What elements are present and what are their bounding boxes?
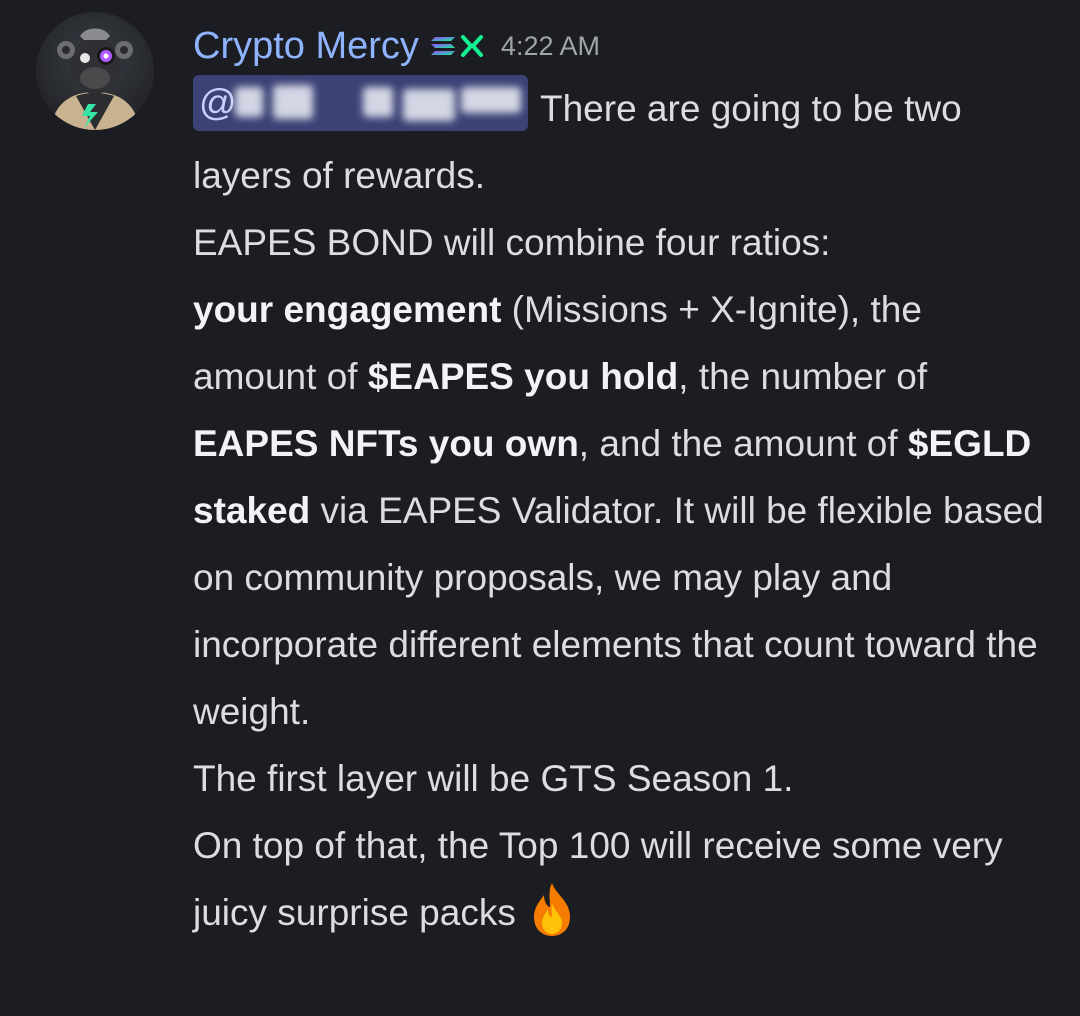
- bold-text: EAPES NFTs you own: [193, 423, 579, 464]
- redacted-name-part: [461, 87, 521, 113]
- message-text: The first layer will be GTS Season 1.: [193, 758, 794, 799]
- author-name[interactable]: Crypto Mercy: [193, 25, 419, 68]
- message-paragraph-1: @ There are going to be two layers of re…: [193, 75, 1053, 209]
- solana-logo-icon: [430, 34, 487, 58]
- redacted-name-part: [403, 89, 455, 121]
- message-text: EAPES BOND will combine four ratios:: [193, 222, 831, 263]
- bold-text: $EAPES you hold: [367, 356, 679, 397]
- chat-message: Crypto Mercy 4:22 AM @ There are going t…: [0, 0, 1080, 1016]
- fire-emoji-icon: [522, 879, 582, 939]
- message-text: (Missions + X-Ignite),: [501, 289, 861, 330]
- message-content: @ There are going to be two layers of re…: [193, 75, 1053, 946]
- user-mention[interactable]: @: [193, 75, 528, 131]
- message-text: On top of that, the Top 100 will receive…: [193, 825, 1003, 933]
- bold-text: your engagement: [193, 289, 502, 330]
- ape-avatar-icon: [50, 28, 140, 130]
- message-text: via EAPES Validator. It will be flexible…: [193, 490, 1044, 732]
- message-header: Crypto Mercy 4:22 AM: [193, 22, 600, 70]
- message-text: , the number of: [678, 356, 928, 397]
- message-text: , and the amount of: [578, 423, 908, 464]
- redacted-name-part: [235, 87, 263, 117]
- message-paragraph-2: EAPES BOND will combine four ratios:: [193, 209, 1053, 276]
- redacted-name-part: [363, 87, 393, 117]
- mention-at-sign: @: [199, 82, 237, 123]
- message-paragraph-3: your engagement (Missions + X-Ignite), t…: [193, 276, 1053, 745]
- message-timestamp: 4:22 AM: [500, 30, 600, 61]
- message-paragraph-5: On top of that, the Top 100 will receive…: [193, 812, 1053, 946]
- redacted-name-part: [273, 85, 313, 119]
- author-avatar[interactable]: [36, 12, 154, 130]
- message-paragraph-4: The first layer will be GTS Season 1.: [193, 745, 1053, 812]
